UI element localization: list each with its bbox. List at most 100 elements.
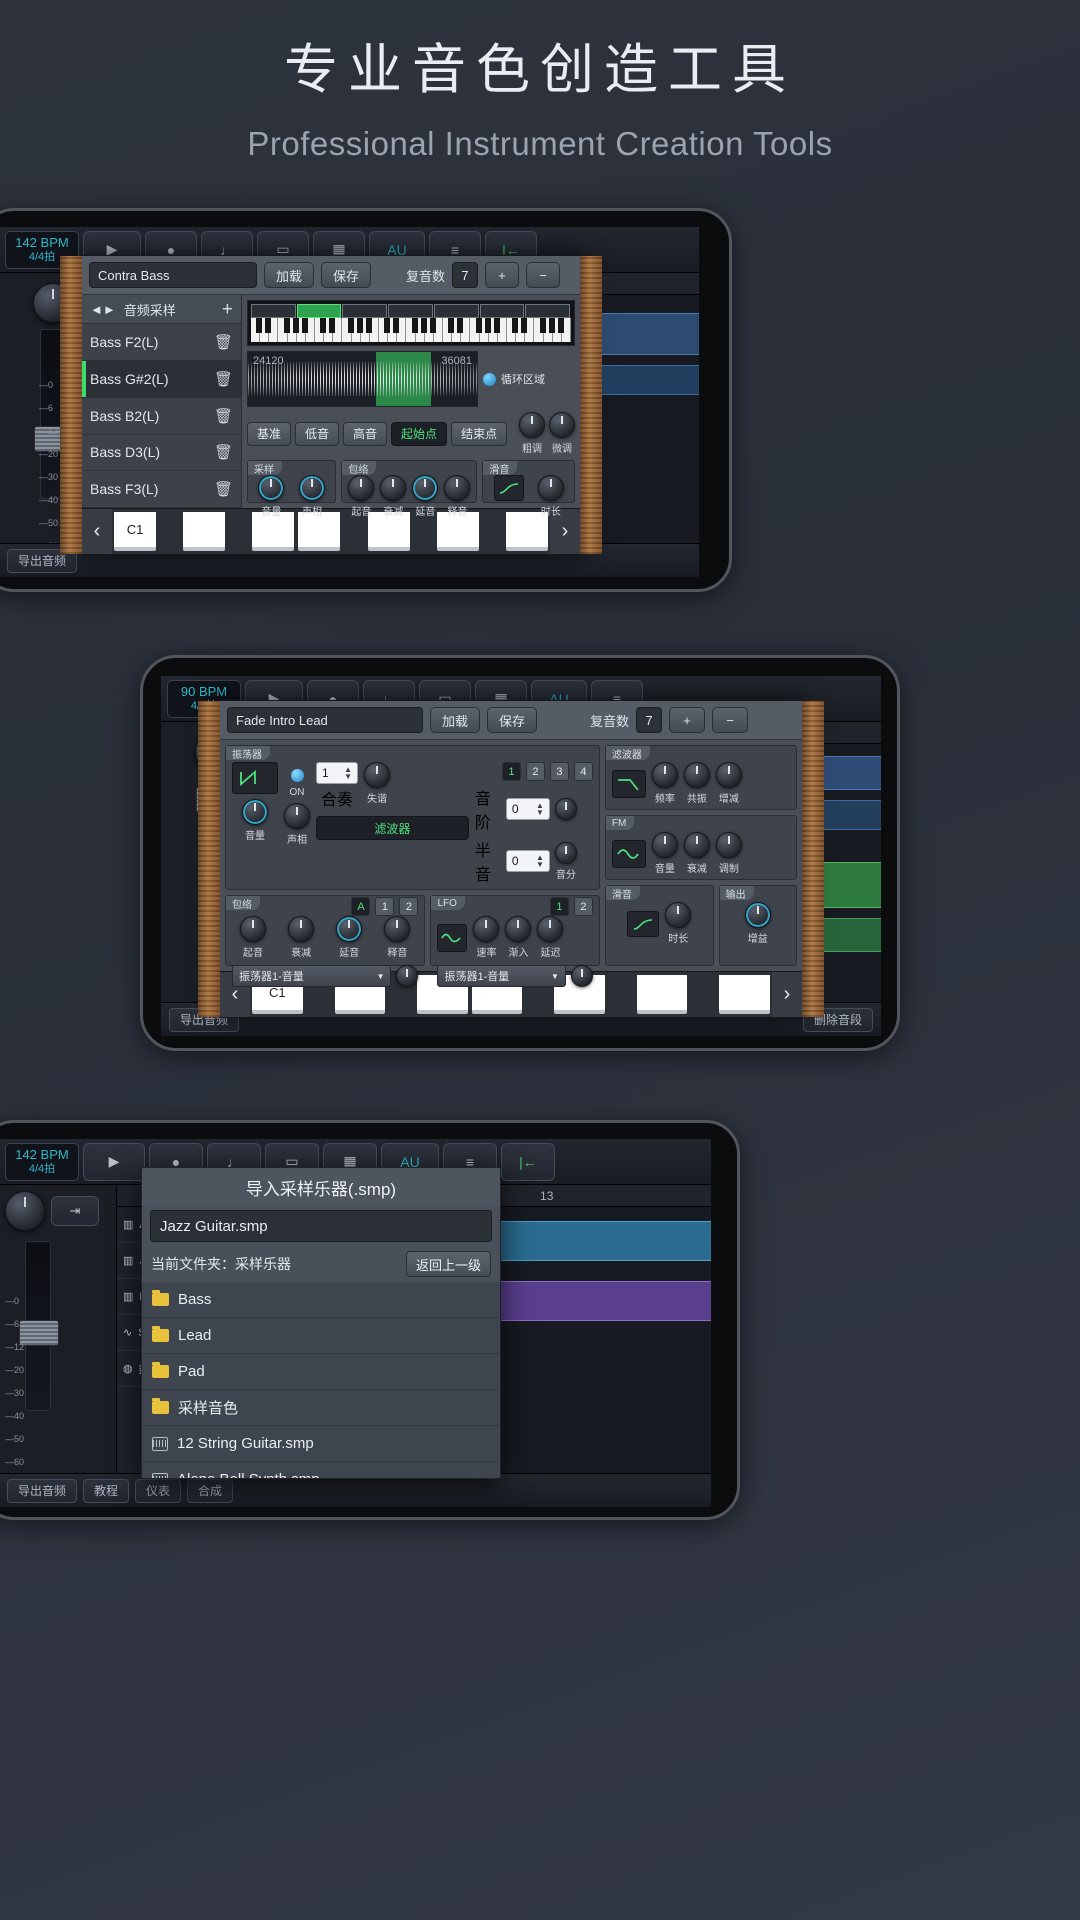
key-zone[interactable] [525, 304, 570, 318]
keyboard-keys[interactable]: C1 [112, 509, 550, 554]
piano-key-c1[interactable]: C1 [114, 512, 156, 551]
marker-base[interactable]: 基准 [247, 422, 291, 446]
delete-sample-icon[interactable]: 🗑 [214, 407, 233, 425]
delete-sample-icon[interactable]: 🗑 [214, 370, 233, 388]
marker-high[interactable]: 高音 [343, 422, 387, 446]
osc-volume-dial[interactable] [242, 799, 268, 825]
polyphony-increase[interactable]: + [669, 707, 705, 733]
save-button[interactable]: 保存 [487, 707, 537, 733]
keyboard-next-button[interactable]: › [772, 972, 802, 1017]
file-list-item[interactable]: 12 String Guitar.smp [142, 1426, 500, 1462]
glide-time-dial[interactable] [665, 902, 691, 928]
lfo-delay-dial[interactable] [537, 916, 563, 942]
load-button[interactable]: 加载 [430, 707, 480, 733]
piano-key[interactable] [637, 975, 688, 1014]
load-button[interactable]: 加载 [264, 262, 314, 288]
cents-dial-2[interactable] [555, 842, 577, 864]
sustain-dial[interactable] [412, 475, 438, 501]
file-list[interactable]: Bass Lead Pad 采样音色 [142, 1282, 500, 1478]
env-tab-2[interactable]: 2 [399, 897, 418, 916]
polyphony-decrease[interactable]: − [712, 707, 748, 733]
polyphony-increase[interactable]: + [485, 262, 519, 288]
envelope-amount-dial[interactable] [396, 965, 418, 987]
fine-tune-dial[interactable] [549, 412, 575, 438]
file-list-item[interactable]: Alone Bell Synth.smp [142, 1462, 500, 1478]
key-zone-strip[interactable] [251, 304, 571, 318]
glide-shape-button[interactable] [494, 475, 524, 518]
osc-pan-dial[interactable] [284, 803, 310, 829]
osc-power-led[interactable] [291, 769, 304, 782]
sample-row-2[interactable]: Bass B2(L) 🗑 [82, 398, 241, 435]
lfo-amount-knob[interactable] [571, 965, 593, 987]
fm-decay-knob[interactable]: 衰减 [684, 832, 710, 875]
lfo-amount-dial[interactable] [571, 965, 593, 987]
loop-toggle-icon[interactable] [483, 373, 496, 386]
sustain-dial[interactable] [336, 916, 362, 942]
osc-tab-3[interactable]: 3 [550, 762, 569, 781]
preset-name-input[interactable]: Fade Intro Lead [227, 707, 423, 733]
track-options-button[interactable]: ⇥ [51, 1196, 99, 1226]
glide-time-knob[interactable]: 时长 [665, 902, 691, 945]
go-up-button[interactable]: 返回上一级 [406, 1251, 491, 1277]
stepper-arrows-icon[interactable]: ▲▼ [344, 766, 352, 780]
lfo-tab-1[interactable]: 1 [550, 897, 569, 916]
polyphony-value[interactable]: 7 [636, 707, 662, 733]
file-list-item[interactable]: 采样音色 [142, 1390, 500, 1426]
decay-dial[interactable] [288, 916, 314, 942]
delete-sample-icon[interactable]: 🗑 [214, 333, 233, 351]
fm-volume-knob[interactable]: 音量 [652, 832, 678, 875]
fm-decay-dial[interactable] [684, 832, 710, 858]
export-audio-button-3[interactable]: 导出音频 [7, 1479, 77, 1503]
detune-knob[interactable]: 失谐 [364, 762, 390, 805]
key-zone[interactable] [480, 304, 525, 318]
lfo-fadein-dial[interactable] [505, 916, 531, 942]
stepper-arrows-icon[interactable]: ▲▼ [536, 802, 544, 816]
fm-volume-dial[interactable] [652, 832, 678, 858]
detune-dial[interactable] [364, 762, 390, 788]
sample-pan-dial[interactable] [299, 475, 325, 501]
fm-modulation-dial[interactable] [716, 832, 742, 858]
play-button[interactable]: ▶ [83, 1143, 145, 1181]
filter-gain-knob[interactable]: 增减 [716, 762, 742, 805]
file-list-item[interactable]: Pad [142, 1354, 500, 1390]
key-zone-active[interactable] [297, 304, 342, 318]
add-sample-icon[interactable]: + [222, 300, 233, 319]
lfo-fadein-knob[interactable]: 渐入 [505, 916, 531, 959]
piano-key[interactable] [719, 975, 770, 1014]
glide-shape-icon[interactable] [494, 475, 524, 501]
sample-row-3[interactable]: Bass D3(L) 🗑 [82, 435, 241, 472]
attack-dial[interactable] [240, 916, 266, 942]
filter-shape-button[interactable] [612, 770, 646, 798]
sustain-knob[interactable]: 延音 [412, 475, 438, 518]
sustain-knob[interactable]: 延音 [336, 916, 362, 959]
lfo-target-select[interactable]: 振荡器1-音量 ▼ [437, 965, 565, 987]
octave-value[interactable]: 0 [512, 802, 519, 816]
sample-row-0[interactable]: Bass F2(L) 🗑 [82, 324, 241, 361]
filter-resonance-dial[interactable] [684, 762, 710, 788]
semitone-value[interactable]: 0 [512, 854, 519, 868]
cents-dial[interactable] [555, 798, 577, 820]
key-range-map[interactable] [247, 300, 575, 346]
osc-pan-knob[interactable]: 声相 [284, 803, 310, 846]
lfo-rate-knob[interactable]: 速率 [473, 916, 499, 959]
piano-key[interactable] [183, 512, 225, 551]
sample-volume-knob[interactable]: 音量 [258, 475, 284, 518]
cents-knob[interactable] [555, 798, 577, 820]
glide-shape-button[interactable] [627, 911, 659, 937]
env-tab-a[interactable]: A [351, 897, 370, 916]
sample-row-4[interactable]: Bass F3(L) 🗑 [82, 471, 241, 508]
fine-tune-knob[interactable]: 微调 [549, 412, 575, 455]
key-zone[interactable] [434, 304, 479, 318]
filter-gain-dial[interactable] [716, 762, 742, 788]
loop-region-control[interactable]: 循环区域 [483, 351, 575, 407]
decay-knob[interactable]: 衰减 [288, 916, 314, 959]
filter-toggle-button[interactable]: 滤波器 [316, 816, 469, 840]
release-dial[interactable] [384, 916, 410, 942]
stepper-arrows-icon[interactable]: ▲▼ [536, 854, 544, 868]
osc-tab-1[interactable]: 1 [502, 762, 521, 781]
preset-name-input[interactable]: Contra Bass [89, 262, 257, 288]
delete-sample-icon[interactable]: 🗑 [214, 443, 233, 461]
osc-tab-2[interactable]: 2 [526, 762, 545, 781]
clip-1[interactable] [497, 1221, 711, 1261]
decay-knob[interactable]: 衰减 [380, 475, 406, 518]
